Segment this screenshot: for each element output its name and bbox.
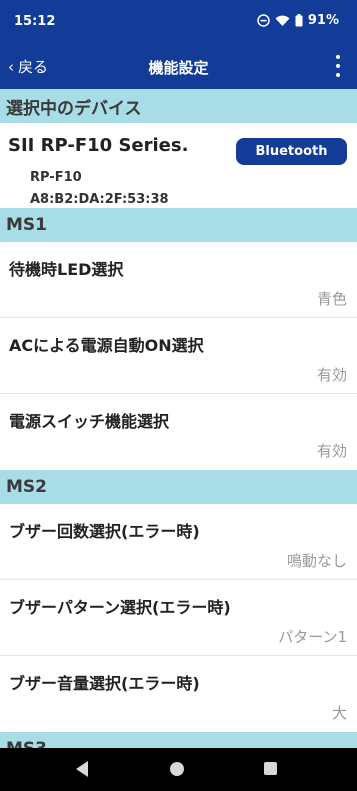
nav-back-icon[interactable] bbox=[76, 761, 88, 777]
app-bar: ‹ 戻る 機能設定 bbox=[0, 44, 357, 89]
setting-buzzer-pattern[interactable]: ブザーパターン選択(エラー時) パターン1 bbox=[0, 580, 357, 656]
setting-value: 有効 bbox=[316, 366, 347, 384]
status-icons: 91% bbox=[257, 13, 339, 28]
setting-label: ブザーパターン選択(エラー時) bbox=[9, 598, 231, 617]
section-header-ms3: MS3 bbox=[0, 732, 357, 748]
setting-value: 青色 bbox=[316, 290, 347, 308]
section-header-selected-device: 選択中のデバイス bbox=[0, 89, 357, 123]
setting-value: 鳴動なし bbox=[286, 552, 347, 570]
device-mac-address: A8:B2:DA:2F:53:38 bbox=[30, 192, 169, 207]
battery-icon bbox=[295, 14, 303, 27]
nav-recents-icon[interactable] bbox=[264, 762, 277, 775]
setting-ac-auto-power-on[interactable]: ACによる電源自動ON選択 有効 bbox=[0, 318, 357, 394]
page-title: 機能設定 bbox=[148, 59, 209, 77]
do-not-disturb-icon bbox=[257, 14, 270, 27]
nav-home-icon[interactable] bbox=[170, 762, 184, 776]
setting-power-switch-function[interactable]: 電源スイッチ機能選択 有効 bbox=[0, 394, 357, 470]
setting-value: 有効 bbox=[316, 442, 347, 460]
device-model: RP-F10 bbox=[30, 170, 82, 185]
status-bar: 15:12 91% bbox=[0, 0, 357, 44]
setting-label: 待機時LED選択 bbox=[9, 260, 124, 279]
setting-value: 大 bbox=[331, 704, 347, 722]
setting-standby-led[interactable]: 待機時LED選択 青色 bbox=[0, 242, 357, 318]
wifi-icon bbox=[275, 15, 290, 26]
setting-label: ACによる電源自動ON選択 bbox=[9, 336, 204, 355]
setting-buzzer-volume[interactable]: ブザー音量選択(エラー時) 大 bbox=[0, 656, 357, 732]
battery-percent: 91% bbox=[307, 13, 339, 28]
bluetooth-badge: Bluetooth bbox=[236, 138, 347, 165]
setting-value: パターン1 bbox=[278, 628, 347, 646]
device-name: SII RP-F10 Series. bbox=[8, 135, 189, 156]
section-header-ms1: MS1 bbox=[0, 208, 357, 242]
status-time: 15:12 bbox=[14, 14, 56, 29]
setting-label: ブザー回数選択(エラー時) bbox=[9, 522, 200, 541]
section-header-ms2: MS2 bbox=[0, 470, 357, 504]
setting-buzzer-count[interactable]: ブザー回数選択(エラー時) 鳴動なし bbox=[0, 504, 357, 580]
system-nav-bar bbox=[0, 748, 357, 791]
setting-label: ブザー音量選択(エラー時) bbox=[9, 674, 200, 693]
setting-label: 電源スイッチ機能選択 bbox=[9, 412, 170, 431]
more-vert-icon[interactable] bbox=[333, 55, 343, 77]
device-card: SII RP-F10 Series. Bluetooth RP-F10 A8:B… bbox=[0, 123, 357, 208]
settings-list[interactable]: 選択中のデバイス SII RP-F10 Series. Bluetooth RP… bbox=[0, 89, 357, 748]
